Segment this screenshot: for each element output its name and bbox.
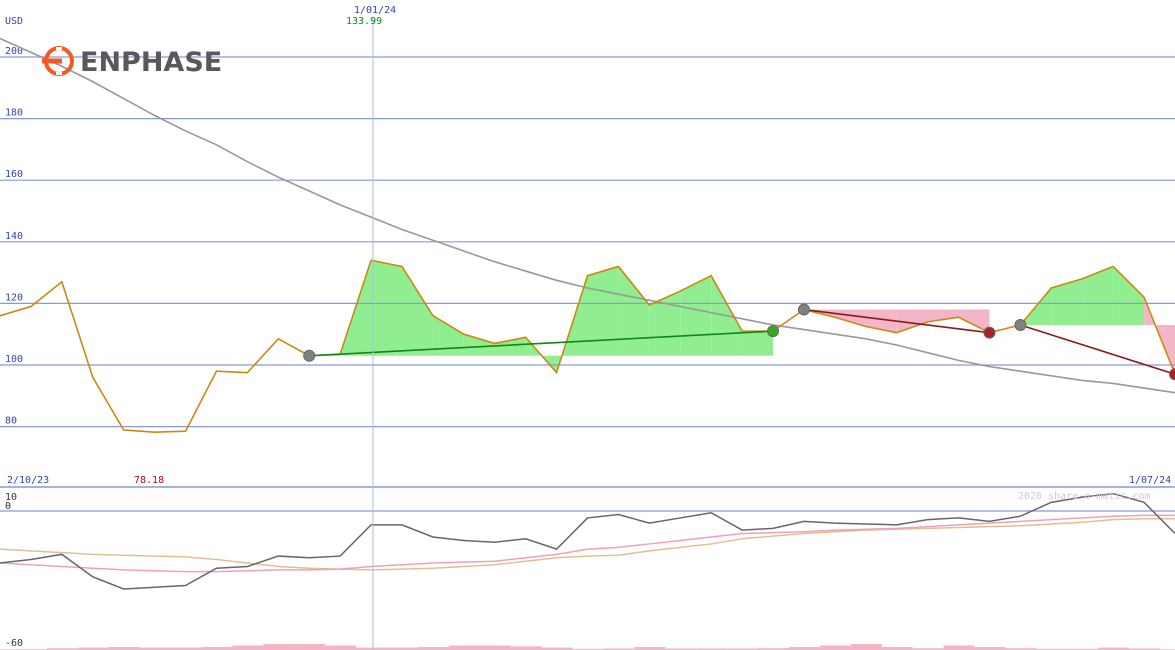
chart-stage: 80 100 120 140 160 180 200 10 0 -60 USD 1/01/24 … — [0, 0, 1175, 650]
volume-bar — [819, 645, 851, 650]
gain-area — [618, 266, 650, 356]
volume-bar — [943, 645, 975, 650]
trend-start-marker — [1014, 318, 1027, 331]
volume-bar — [294, 644, 326, 650]
volume-bar — [448, 645, 480, 650]
cursor-date-label: 1/01/24 — [354, 5, 396, 16]
low-value-label: 78.18 — [134, 475, 164, 486]
trend-end-marker — [767, 325, 780, 338]
volume-bar — [479, 645, 511, 650]
trend-start-marker — [797, 303, 810, 316]
y-tick-label: 120 — [5, 292, 23, 303]
gain-area — [463, 334, 495, 356]
series-lines — [0, 37, 1175, 434]
gain-area — [1082, 266, 1114, 325]
enphase-logo: ENPHASE — [42, 46, 222, 78]
trend-line — [1020, 324, 1175, 376]
trend-start-marker — [303, 349, 316, 362]
osc-slow-line — [0, 518, 1175, 571]
trend-end-marker — [983, 326, 996, 339]
price-chart: 80100120140160180200 100-60 USD 1/01/24 … — [0, 5, 1175, 650]
brand-name: ENPHASE — [80, 47, 222, 78]
enphase-logo-icon — [42, 46, 74, 76]
osc-tick-label: -60 — [5, 638, 23, 649]
gain-area — [1113, 266, 1145, 325]
watermark: 2026 share-o-matic.com — [1018, 491, 1150, 502]
start-date-label: 2/10/23 — [7, 475, 49, 486]
gain-area — [432, 315, 464, 356]
volume-bar — [232, 645, 264, 650]
gain-loss-fills — [309, 260, 1175, 375]
gain-area — [401, 266, 433, 356]
volume-bar — [263, 644, 295, 650]
osc-main-line — [0, 492, 1175, 590]
cursor-value-label: 133.99 — [346, 16, 382, 27]
y-tick-label: 80 — [5, 416, 17, 427]
gain-area — [680, 275, 712, 356]
y-tick-label: 160 — [5, 169, 23, 180]
grid-lines: 80100120140160180200 — [0, 46, 1175, 488]
trend-end-marker — [1169, 368, 1175, 381]
osc-tick-label: 0 — [5, 501, 11, 512]
volume-bar — [850, 644, 882, 650]
y-tick-label: 140 — [5, 231, 23, 242]
gain-area — [587, 266, 619, 356]
volume-bar — [510, 646, 542, 650]
currency-label: USD — [5, 16, 23, 27]
oscillator-panel: 100-60 — [0, 492, 1175, 650]
gain-area — [1051, 278, 1083, 325]
y-tick-label: 100 — [5, 354, 23, 365]
osc-signal-line — [0, 514, 1175, 573]
volume-bar — [325, 645, 357, 650]
gain-area — [371, 260, 402, 356]
y-tick-label: 180 — [5, 108, 23, 119]
end-date-label: 1/07/24 — [1129, 475, 1171, 486]
